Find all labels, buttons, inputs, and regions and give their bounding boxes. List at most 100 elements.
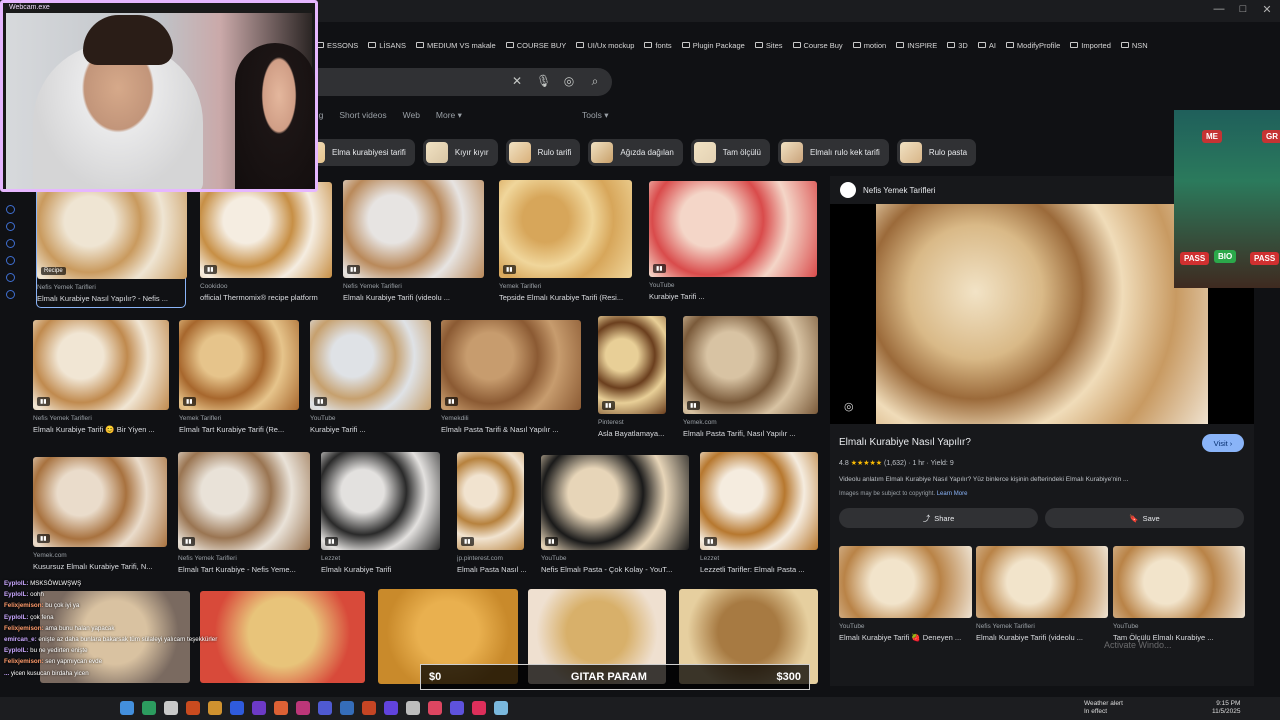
app-icon[interactable]	[120, 701, 134, 715]
result-thumbnail[interactable]: ▮▮	[441, 320, 581, 410]
rail-icon[interactable]	[6, 239, 15, 248]
result-source[interactable]: Yemek.com	[683, 419, 818, 426]
refinement-chip[interactable]: Ağızda dağılan	[588, 139, 683, 166]
rail-icon[interactable]	[6, 222, 15, 231]
result-thumbnail[interactable]: ▮▮	[499, 180, 632, 278]
app-icon[interactable]	[230, 701, 244, 715]
result-thumbnail[interactable]: ▮▮	[310, 320, 431, 410]
image-result[interactable]: ▮▮ YouTube Kurabiye Tarifi ...	[310, 320, 431, 440]
app-icon[interactable]	[472, 701, 486, 715]
image-result[interactable]: ▮▮ Pinterest Asla Bayatlamaya...	[598, 316, 666, 444]
bookmark-item[interactable]: ESSONS	[316, 41, 358, 50]
result-source[interactable]: YouTube	[541, 555, 689, 562]
related-title[interactable]: Elmalı Kurabiye Tarifi (videolu ...	[976, 633, 1108, 642]
result-source[interactable]: YouTube	[310, 415, 431, 422]
result-thumbnail[interactable]: ▮▮	[598, 316, 666, 414]
image-result[interactable]: Recipe Nefis Yemek Tarifleri Elmalı Kurabi…	[36, 182, 187, 308]
search-input[interactable]	[314, 74, 514, 90]
app-icon[interactable]	[450, 701, 464, 715]
result-source[interactable]: Nefis Yemek Tarifleri	[178, 555, 310, 562]
bookmark-item[interactable]: LİSANS	[368, 41, 406, 50]
save-button[interactable]: 🔖 Save	[1045, 508, 1244, 528]
minimize-button[interactable]: —	[1212, 3, 1226, 16]
rail-icon[interactable]	[6, 256, 15, 265]
result-title[interactable]: Tepside Elmalı Kurabiye Tarifi (Resi...	[499, 293, 649, 302]
lens-icon[interactable]: ◎	[844, 400, 854, 413]
image-result[interactable]: ▮▮ Yemek Tarifleri Tepside Elmalı Kurabiye…	[499, 180, 632, 308]
result-source[interactable]: Nefis Yemek Tarifleri	[37, 284, 187, 291]
result-thumbnail[interactable]: ▮▮	[683, 316, 818, 414]
learn-more-link[interactable]: Learn More	[937, 491, 968, 497]
tab-web[interactable]: Web	[403, 110, 420, 121]
image-result[interactable]: ▮▮ jp.pinterest.com Elmalı Pasta Nasıl ...	[457, 452, 527, 580]
result-source[interactable]: Nefis Yemek Tarifleri	[33, 415, 169, 422]
app-icon[interactable]	[340, 701, 354, 715]
app-icon[interactable]	[384, 701, 398, 715]
result-title[interactable]: Kurabiye Tarifi ...	[310, 425, 460, 434]
tab-more[interactable]: More ▾	[436, 110, 462, 121]
app-icon[interactable]	[428, 701, 442, 715]
result-title[interactable]: Elmalı Kurabiye Nasıl Yapılır? - Nefis .…	[37, 294, 187, 303]
related-source[interactable]: Nefis Yemek Tarifleri	[976, 623, 1108, 630]
system-clock[interactable]: 9:15 PM 11/5/2025	[1212, 700, 1240, 716]
clear-icon[interactable]: ✕	[510, 74, 524, 89]
refinement-chip[interactable]: Kıyır kıyır	[422, 139, 498, 166]
image-result[interactable]: ▮▮ Lezzet Lezzetli Tarifler: Elmalı Pasta …	[700, 452, 818, 580]
result-thumbnail[interactable]: ▮▮	[178, 452, 310, 550]
close-button[interactable]: ✕	[1260, 3, 1274, 16]
result-title[interactable]: Elmalı Tart Kurabiye Tarifi (Re...	[179, 425, 329, 434]
app-icon[interactable]	[362, 701, 376, 715]
result-source[interactable]: Yemekdili	[441, 415, 581, 422]
result-title[interactable]: Elmalı Pasta Tarifi & Nasıl Yapılır ...	[441, 425, 591, 434]
search-icon[interactable]: ⌕	[588, 74, 602, 89]
result-source[interactable]: Lezzet	[321, 555, 440, 562]
bookmark-item[interactable]: 3D	[947, 41, 968, 50]
bookmark-item[interactable]: ModifyProfile	[1005, 41, 1060, 50]
bookmark-item[interactable]: UI/Ux mockup	[576, 41, 634, 50]
bookmark-item[interactable]: Course Buy	[792, 41, 843, 50]
app-icon[interactable]	[164, 701, 178, 715]
app-icon[interactable]	[274, 701, 288, 715]
image-result[interactable]: ▮▮ YouTube Kurabiye Tarifi ...	[649, 181, 817, 307]
app-icon[interactable]	[208, 701, 222, 715]
result-thumbnail[interactable]: ▮▮	[649, 181, 817, 277]
bookmark-item[interactable]: NSN	[1120, 41, 1148, 50]
result-source[interactable]: Yemek Tarifleri	[179, 415, 299, 422]
image-result[interactable]: ▮▮ Nefis Yemek Tarifleri Elmalı Kurabiye T…	[33, 320, 169, 440]
result-thumbnail[interactable]: ▮▮	[33, 320, 169, 410]
app-icon[interactable]	[142, 701, 156, 715]
result-source[interactable]: Yemek.com	[33, 552, 167, 559]
bookmark-item[interactable]: fonts	[644, 41, 672, 50]
app-icon[interactable]	[252, 701, 266, 715]
related-source[interactable]: YouTube	[839, 623, 972, 630]
search-box[interactable]: ✕ 🎙 ◎ ⌕	[300, 68, 612, 96]
app-icon[interactable]	[186, 701, 200, 715]
refinement-chip[interactable]: Tam ölçülü	[690, 139, 771, 166]
tools-menu[interactable]: Tools ▾	[582, 110, 608, 121]
app-icon[interactable]	[494, 701, 508, 715]
image-result[interactable]: ▮▮ Yemekdili Elmalı Pasta Tarifi & Nasıl Y…	[441, 320, 581, 440]
bookmark-item[interactable]: Imported	[1070, 41, 1111, 50]
bookmark-item[interactable]: AI	[977, 41, 996, 50]
result-thumbnail[interactable]: Recipe	[37, 183, 187, 279]
result-source[interactable]: jp.pinterest.com	[457, 555, 524, 562]
related-source[interactable]: YouTube	[1113, 623, 1245, 630]
related-image[interactable]: YouTube Elmalı Kurabiye Tarifi 🍓 Deneyen …	[839, 546, 972, 658]
bookmark-item[interactable]: INSPIRE	[896, 41, 937, 50]
maximize-button[interactable]: □	[1236, 3, 1250, 16]
result-source[interactable]: Cookidoo	[200, 283, 332, 290]
image-result[interactable]: ▮▮ Cookidoo official Thermomix® recipe pla…	[200, 182, 332, 308]
related-thumbnail[interactable]	[839, 546, 972, 618]
result-thumbnail[interactable]: ▮▮	[33, 457, 167, 547]
bookmark-item[interactable]: MEDIUM VS makale	[415, 41, 496, 50]
result-source[interactable]: Nefis Yemek Tarifleri	[343, 283, 484, 290]
result-thumbnail[interactable]: ▮▮	[700, 452, 818, 550]
bookmark-item[interactable]: motion	[852, 41, 886, 50]
result-source[interactable]: Lezzet	[700, 555, 818, 562]
bookmark-item[interactable]: Sites	[754, 41, 783, 50]
result-thumbnail[interactable]: ▮▮	[541, 455, 689, 550]
refinement-chip[interactable]: Elmalı rulo kek tarifi	[778, 139, 889, 166]
result-thumbnail[interactable]: ▮▮	[179, 320, 299, 410]
rail-icon[interactable]	[6, 205, 15, 214]
result-thumbnail[interactable]: ▮▮	[321, 452, 440, 550]
